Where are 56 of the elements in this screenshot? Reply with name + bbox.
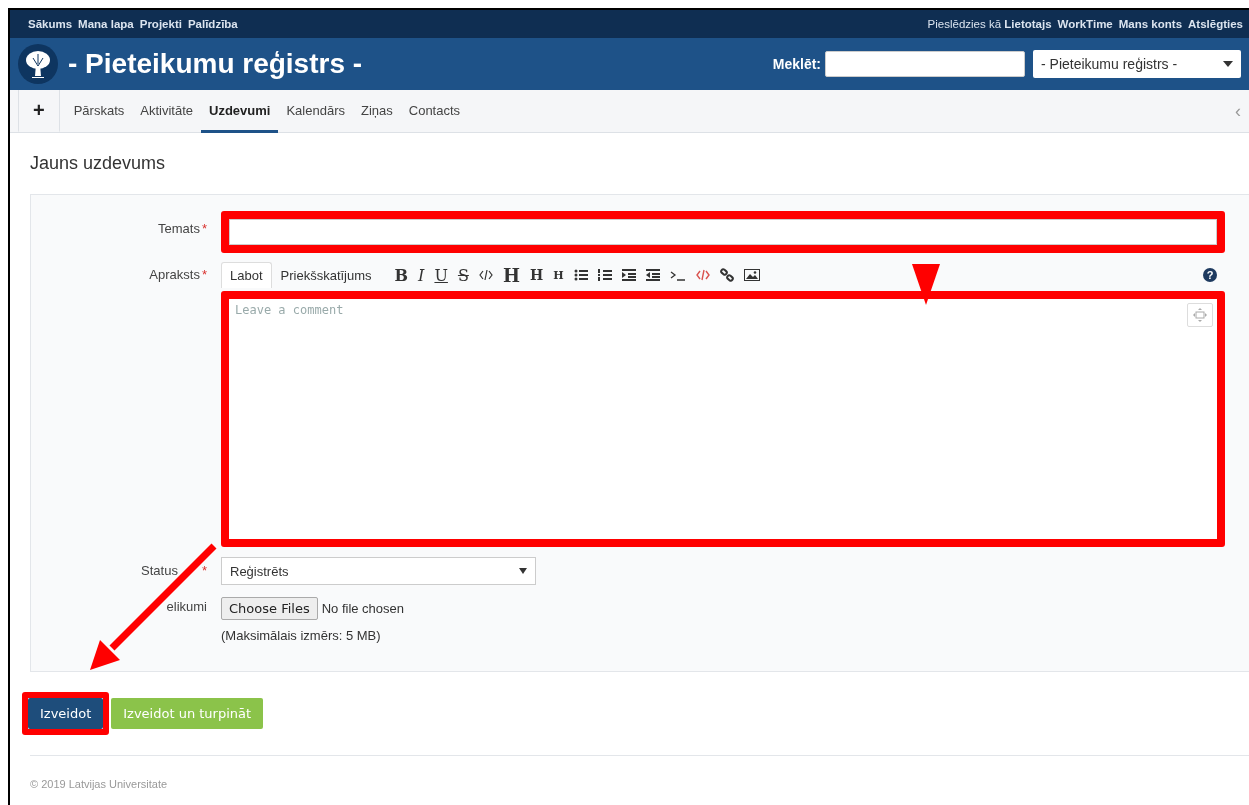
choose-files-button[interactable]: Choose Files [221,597,318,620]
nav-tab[interactable]: Kalendārs [278,90,353,133]
nav-tab[interactable]: Pārskats [65,90,133,133]
account-link[interactable]: Mans konts [1118,18,1183,30]
caret-icon [519,568,527,574]
nav-tab[interactable]: Contacts [400,90,469,133]
nav-link[interactable]: Mana lapa [78,18,134,30]
h2-tool[interactable]: H [529,267,544,283]
outdent-icon[interactable] [645,268,660,282]
page-heading: Jauns uzdevums [30,153,167,174]
required-mark: * [201,563,207,578]
search-label: Meklēt: [772,56,821,72]
underline-tool[interactable]: U [434,265,448,285]
tree-logo-icon [18,44,58,84]
footer-text: © 2019 Latvijas Universitate [30,778,169,790]
editor-tab[interactable]: Labot [221,262,272,288]
h1-tool[interactable]: H [502,264,520,286]
caret-icon [1223,61,1233,67]
search-field[interactable] [825,51,1025,77]
h3-tool[interactable]: H [553,268,564,282]
indent-icon[interactable] [621,268,636,282]
file-status-text: No file chosen [321,601,405,616]
nav-tab[interactable]: Ziņas [352,90,401,133]
placeholder-text: Leave a comment [235,303,344,317]
html-icon[interactable] [695,268,710,282]
create-button[interactable]: Izveidot [28,698,104,729]
page-header-title: - Pieteikumu reģistrs - [68,48,363,80]
image-icon[interactable] [743,268,760,282]
account-link[interactable]: Atslēgties [1188,18,1243,30]
nav-link[interactable]: Sākums [28,18,73,30]
code-icon[interactable] [478,268,493,282]
help-button[interactable]: ? [1203,268,1217,282]
editor-tab[interactable]: Priekšskatījums [271,262,381,288]
italic-tool[interactable]: I [418,265,425,285]
ul-icon[interactable] [573,268,588,282]
nav-link[interactable]: Palīdzība [187,18,238,30]
nav-link[interactable]: Projekti [139,18,182,30]
project-select[interactable]: - Pieteikumu reģistrs - [1033,50,1241,78]
link-icon[interactable] [719,268,734,282]
nav-tab[interactable]: Uzdevumi [201,90,279,133]
field-label: elikumi [166,599,207,614]
size-note: (Maksimālais izmērs: 5 MB) [221,628,382,643]
required-mark: * [201,221,207,236]
account-link[interactable]: WorkTime [1057,18,1113,30]
add-tab[interactable]: + [18,90,60,133]
strike-tool[interactable]: S [457,265,469,285]
field-label: Apraksts [149,267,200,282]
nav-tab[interactable]: Aktivitāte [132,90,201,133]
field-label: Status [141,563,178,578]
field-label: Temats [158,221,200,236]
logged-in-text: Pieslēdzies kā Lietotajs [927,18,1052,30]
status-select[interactable]: Reģistrēts [221,557,536,585]
subject-field[interactable] [229,219,1217,245]
bold-tool[interactable]: B [394,265,409,285]
required-mark: * [201,267,207,282]
ol-icon[interactable] [597,268,612,282]
